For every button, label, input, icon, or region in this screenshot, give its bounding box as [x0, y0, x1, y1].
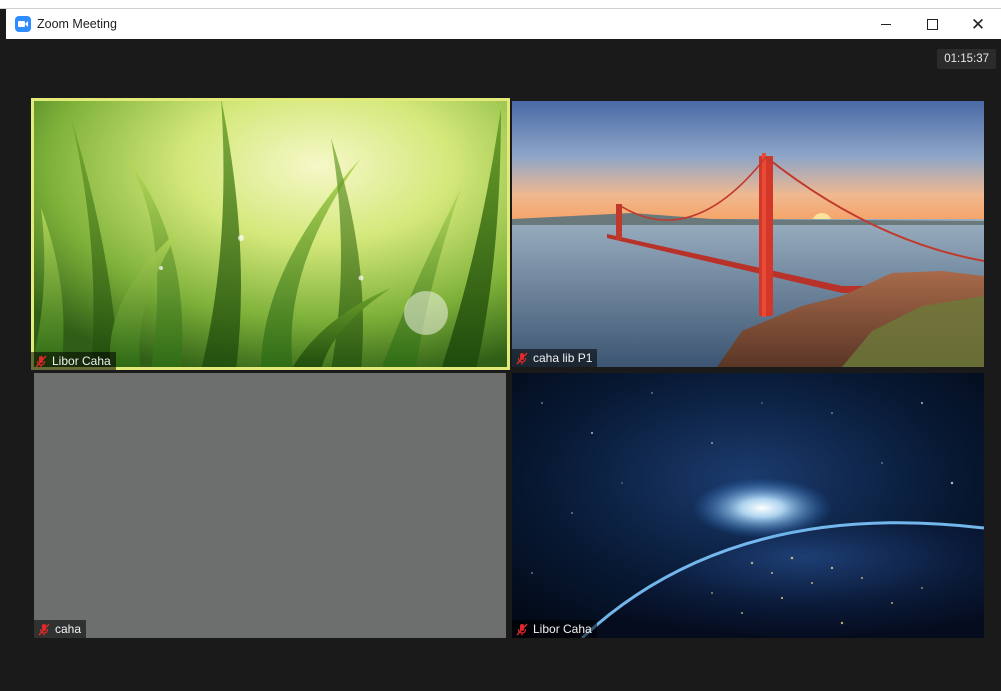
muted-mic-icon	[35, 355, 47, 367]
title-bar[interactable]: Zoom Meeting ✕	[6, 9, 1001, 39]
video-tile-2[interactable]: caha lib P1	[512, 101, 984, 367]
video-tile-1[interactable]: Libor Caha	[31, 98, 510, 370]
participant-name-tag: Libor Caha	[31, 352, 116, 370]
participant-name: Libor Caha	[533, 622, 592, 636]
minimize-button[interactable]	[863, 9, 909, 39]
participant-name-tag: Libor Caha	[512, 620, 597, 638]
muted-mic-icon	[516, 623, 528, 635]
maximize-icon	[926, 18, 938, 30]
window-title: Zoom Meeting	[37, 17, 117, 31]
zoom-meeting-window: Zoom Meeting ✕ 01:15:37 Libor Caha caha …	[0, 0, 1001, 691]
participant-name: Libor Caha	[52, 354, 111, 368]
virtual-background-earth	[512, 373, 984, 638]
window-controls: ✕	[863, 9, 1001, 39]
video-tile-4[interactable]: Libor Caha	[512, 373, 984, 638]
participant-name: caha	[55, 622, 82, 636]
virtual-background-grass	[31, 98, 510, 370]
close-button[interactable]: ✕	[955, 9, 1001, 39]
close-icon: ✕	[970, 14, 986, 34]
maximize-button[interactable]	[909, 9, 955, 39]
participant-name: caha lib P1	[533, 351, 593, 365]
muted-mic-icon	[516, 352, 528, 364]
video-tile-3[interactable]: caha	[34, 373, 506, 638]
minimize-icon	[881, 23, 891, 25]
muted-mic-icon	[38, 623, 50, 635]
participant-name-tag: caha	[34, 620, 87, 638]
participant-name-tag: caha lib P1	[512, 349, 598, 367]
zoom-app-icon	[15, 16, 31, 32]
meeting-timer: 01:15:37	[937, 49, 996, 69]
window-top-edge	[0, 0, 1001, 9]
meeting-video-area: 01:15:37 Libor Caha caha lib P1 caha Lib…	[6, 39, 1001, 691]
virtual-background-bridge	[512, 101, 984, 367]
